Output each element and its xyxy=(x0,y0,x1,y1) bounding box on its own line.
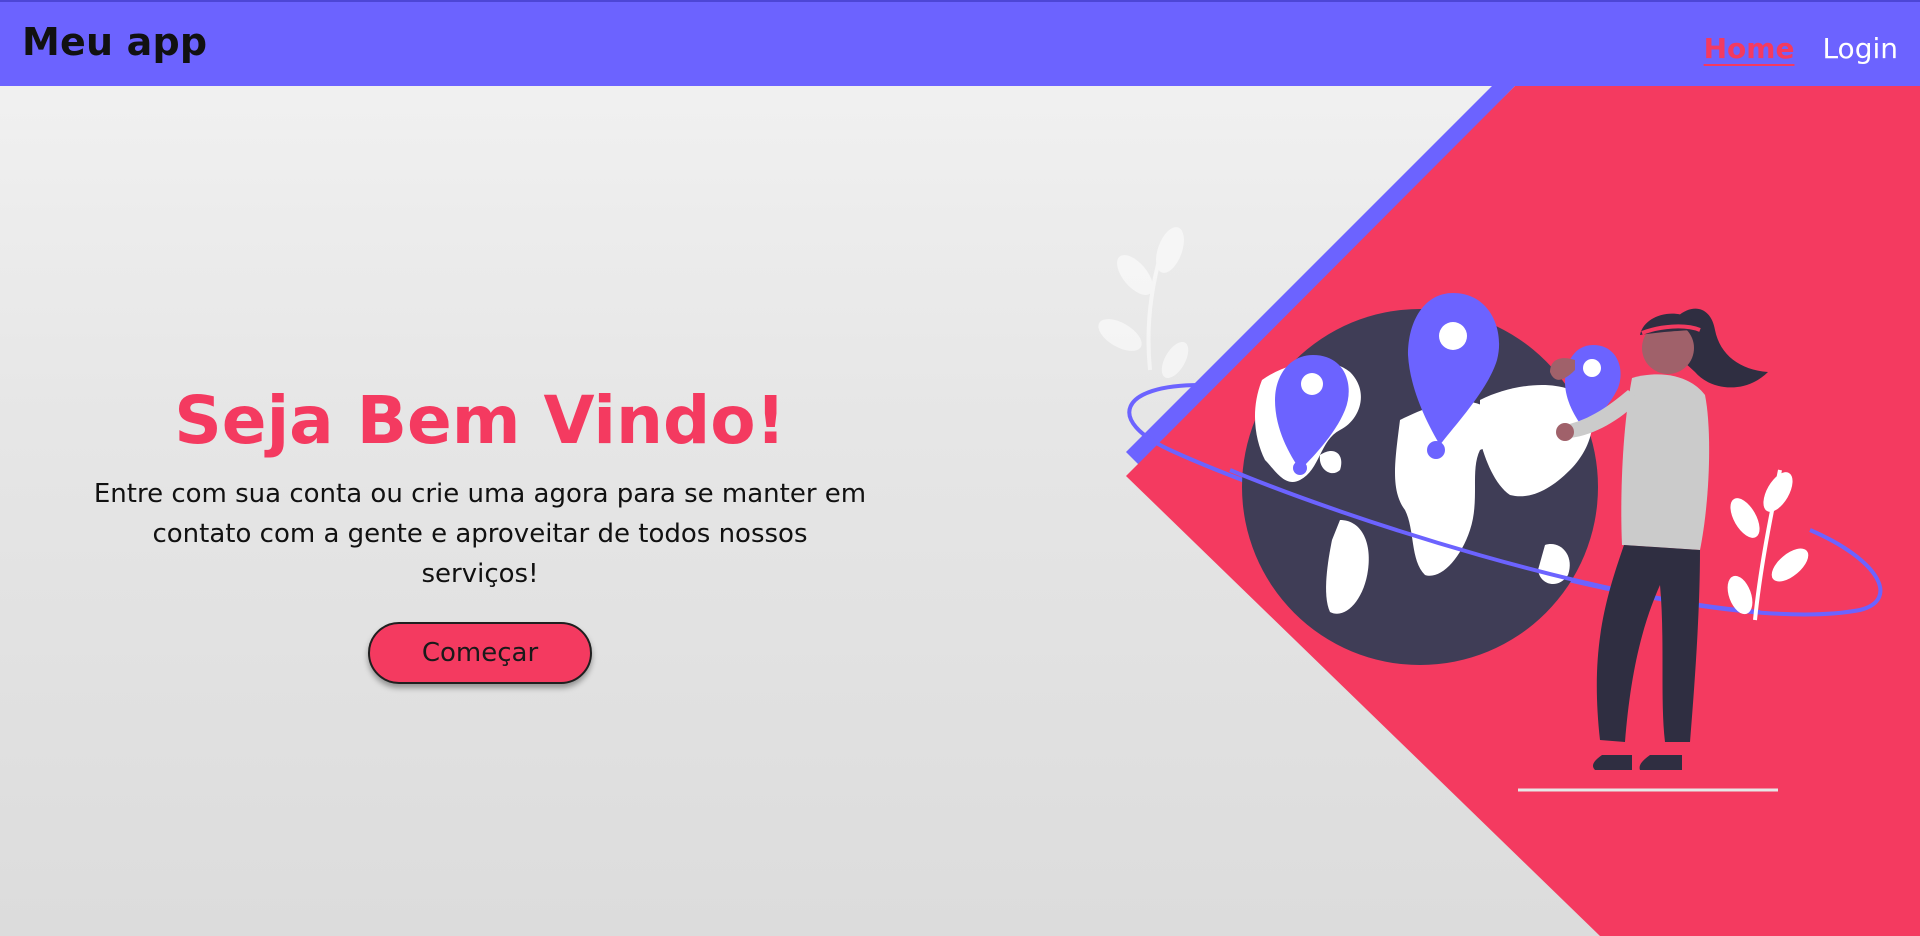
navbar: Meu app Home Login xyxy=(0,0,1920,86)
orbit-line xyxy=(1127,383,1883,617)
location-pin-icon-3 xyxy=(1565,345,1621,430)
hero-subtitle: Entre com sua conta ou crie uma agora pa… xyxy=(93,478,867,589)
nav-links: Home Login xyxy=(1704,32,1898,65)
brand-logo[interactable]: Meu app xyxy=(22,20,207,64)
location-pin-icon-2 xyxy=(1408,293,1500,459)
start-button[interactable]: Começar xyxy=(368,621,592,684)
hero-section: Seja Bem Vindo! Entre com sua conta ou c… xyxy=(90,382,870,684)
continents xyxy=(1254,361,1593,614)
woman-figure xyxy=(1550,308,1768,770)
globe-icon xyxy=(1242,309,1598,665)
app-root: Meu app Home Login Seja Bem Vindo! Entre… xyxy=(0,0,1920,936)
plant-right-icon xyxy=(1727,469,1809,621)
location-pin-icon-1 xyxy=(1275,355,1349,475)
plant-left-icon xyxy=(1098,227,1189,379)
nav-link-login[interactable]: Login xyxy=(1822,32,1898,65)
red-background-shape xyxy=(1126,86,1920,936)
nav-link-home[interactable]: Home xyxy=(1704,32,1795,65)
purple-diagonal-stripe xyxy=(1126,86,1515,468)
hero-title: Seja Bem Vindo! xyxy=(174,382,786,459)
